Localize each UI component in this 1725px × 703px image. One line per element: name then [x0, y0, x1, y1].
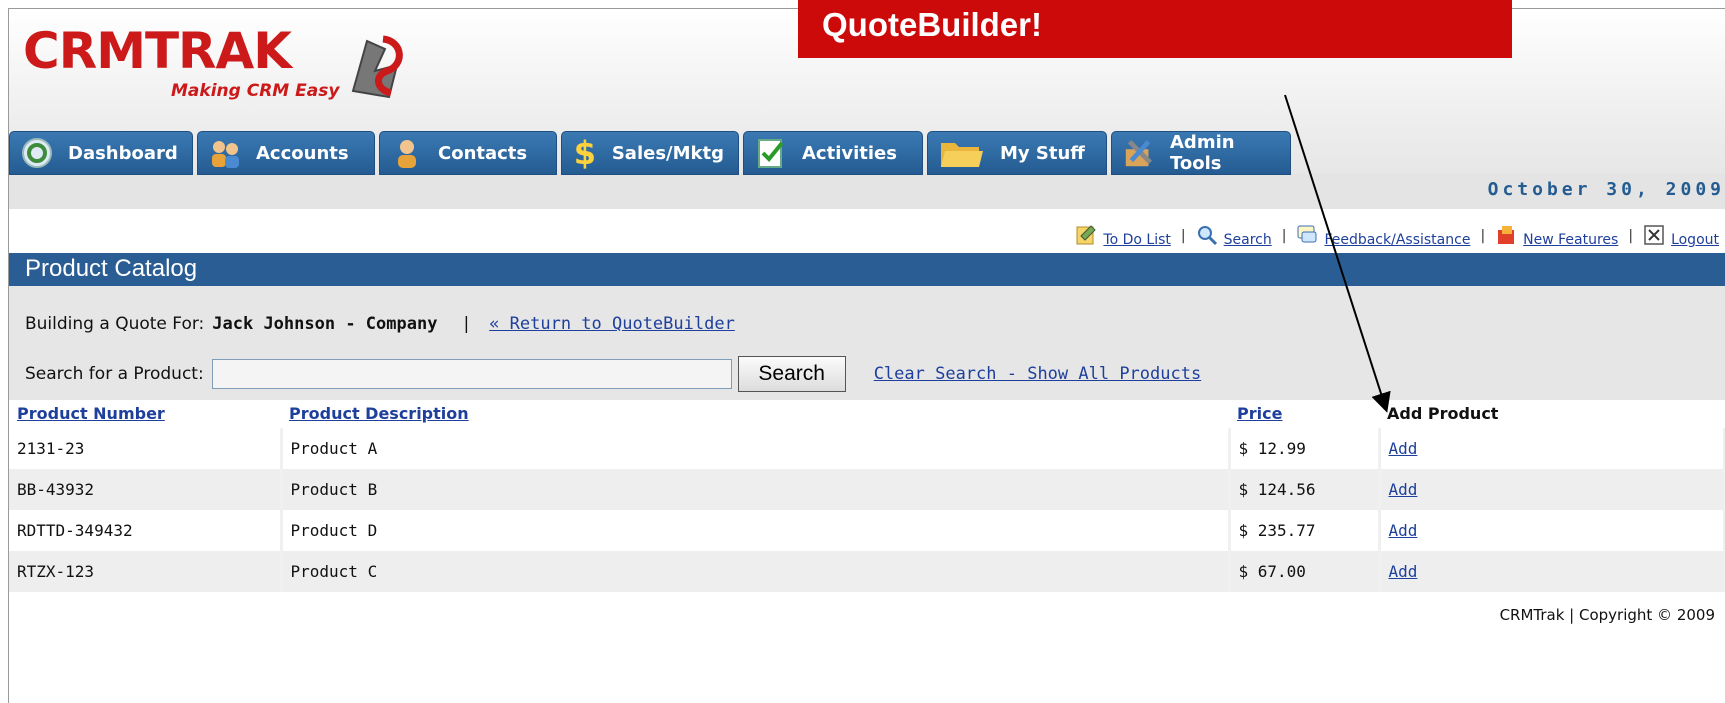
- logo-tagline: Making CRM Easy: [171, 81, 340, 101]
- footer-copyright: CRMTrak | Copyright © 2009: [1499, 606, 1715, 624]
- util-feedback[interactable]: Feedback/Assistance: [1296, 224, 1470, 248]
- tab-label: Admin Tools: [1170, 132, 1235, 174]
- new-features-link[interactable]: New Features: [1523, 232, 1618, 248]
- sort-product-description-link[interactable]: Product Description: [289, 404, 469, 423]
- feedback-link[interactable]: Feedback/Assistance: [1324, 232, 1470, 248]
- product-price: $ 67.00: [1229, 551, 1381, 592]
- product-description: Product D: [281, 510, 1231, 551]
- util-separator: |: [1480, 228, 1486, 244]
- folder-icon: [938, 136, 986, 170]
- feedback-icon: [1296, 224, 1320, 248]
- tab-label: Sales/Mktg: [611, 142, 724, 164]
- col-add-product: Add Product: [1387, 404, 1499, 423]
- product-number: RDTTD-349432: [9, 510, 283, 551]
- add-product-link[interactable]: Add: [1389, 480, 1418, 499]
- tab-label: Accounts: [256, 142, 349, 164]
- add-product-link[interactable]: Add: [1389, 521, 1418, 540]
- crmtrak-logo[interactable]: CRMTRAK Making CRM Easy: [23, 21, 423, 111]
- clear-search-link[interactable]: Clear Search - Show All Products: [874, 364, 1202, 384]
- util-search[interactable]: Search: [1196, 224, 1272, 248]
- quote-prefix: Building a Quote For:: [25, 314, 205, 334]
- contacts-icon: [390, 136, 424, 170]
- sort-price-link[interactable]: Price: [1237, 404, 1282, 423]
- add-product-link[interactable]: Add: [1389, 562, 1418, 581]
- tab-accounts[interactable]: Accounts: [197, 131, 375, 175]
- dollar-icon: $: [573, 134, 597, 172]
- todo-link[interactable]: To Do List: [1103, 232, 1170, 248]
- tab-dashboard[interactable]: Dashboard: [9, 131, 193, 175]
- return-to-quotebuilder-link[interactable]: « Return to QuoteBuilder: [489, 314, 735, 348]
- table-row: BB-43932 Product B $ 124.56 Add: [9, 469, 1725, 510]
- add-cell: Add: [1379, 469, 1725, 510]
- product-price: $ 124.56: [1229, 469, 1381, 510]
- util-todo[interactable]: To Do List: [1075, 224, 1171, 248]
- search-link[interactable]: Search: [1224, 232, 1272, 248]
- current-date: October 30, 2009: [1487, 179, 1725, 200]
- add-cell: Add: [1379, 551, 1725, 592]
- add-cell: Add: [1379, 428, 1725, 469]
- todo-icon: [1075, 224, 1099, 248]
- sort-product-number-link[interactable]: Product Number: [17, 404, 165, 423]
- util-logout[interactable]: Logout: [1643, 224, 1719, 248]
- col-product-number[interactable]: Product Number: [9, 400, 281, 428]
- table-row: RTZX-123 Product C $ 67.00 Add: [9, 551, 1725, 592]
- util-separator: |: [1180, 228, 1186, 244]
- search-icon: [1196, 224, 1220, 248]
- utility-links: To Do List | Search | Feedback/Assistanc…: [1075, 221, 1719, 251]
- util-separator: |: [1628, 228, 1634, 244]
- logo-mark-icon: [351, 35, 403, 99]
- product-number: RTZX-123: [9, 551, 283, 592]
- product-description: Product B: [281, 469, 1231, 510]
- quote-separator: |: [463, 314, 470, 334]
- accounts-icon: [208, 136, 242, 170]
- quote-context-row: Building a Quote For: Jack Johnson - Com…: [9, 286, 1725, 348]
- page-title: Product Catalog: [9, 253, 1725, 286]
- product-table: Product Number Product Description Price…: [9, 400, 1725, 592]
- dashboard-icon: [20, 136, 54, 170]
- logout-icon: [1643, 224, 1667, 248]
- product-number: 2131-23: [9, 428, 283, 469]
- tab-bar-background: [9, 174, 1725, 209]
- table-row: RDTTD-349432 Product D $ 235.77 Add: [9, 510, 1725, 551]
- quote-company: Jack Johnson - Company: [212, 314, 438, 334]
- tab-label: My Stuff: [1000, 142, 1085, 164]
- tab-sales-mktg[interactable]: $ Sales/Mktg: [561, 131, 739, 175]
- search-button[interactable]: Search: [737, 356, 846, 392]
- app-window: CRMTRAK Making CRM Easy Dashboard Accoun…: [8, 8, 1725, 703]
- table-row: 2131-23 Product A $ 12.99 Add: [9, 428, 1725, 469]
- product-number: BB-43932: [9, 469, 283, 510]
- activities-icon: [754, 136, 788, 170]
- product-search-row: Search for a Product: Search Clear Searc…: [9, 348, 1725, 400]
- util-separator: |: [1281, 228, 1287, 244]
- logo-name: CRMTRAK: [23, 22, 292, 80]
- tab-label: Dashboard: [68, 142, 178, 164]
- tab-my-stuff[interactable]: My Stuff: [927, 131, 1107, 175]
- new-features-icon: [1495, 224, 1519, 248]
- product-description: Product C: [281, 551, 1231, 592]
- tab-label: Contacts: [438, 142, 528, 164]
- util-new-features[interactable]: New Features: [1495, 224, 1618, 248]
- tab-contacts[interactable]: Contacts: [379, 131, 557, 175]
- quotebuilder-callout-banner: QuoteBuilder!: [798, 0, 1512, 58]
- tab-label: Activities: [802, 142, 897, 164]
- table-header-row: Product Number Product Description Price…: [9, 400, 1725, 428]
- search-label: Search for a Product:: [25, 364, 204, 384]
- main-nav-tabs: Dashboard Accounts Contacts $ Sales/Mktg: [9, 131, 1295, 175]
- tab-admin-tools[interactable]: Admin Tools: [1111, 131, 1291, 175]
- product-price: $ 235.77: [1229, 510, 1381, 551]
- product-search-input[interactable]: [211, 359, 732, 389]
- add-product-link[interactable]: Add: [1389, 439, 1418, 458]
- product-price: $ 12.99: [1229, 428, 1381, 469]
- tab-activities[interactable]: Activities: [743, 131, 923, 175]
- add-cell: Add: [1379, 510, 1725, 551]
- col-product-description[interactable]: Product Description: [281, 400, 1229, 428]
- product-description: Product A: [281, 428, 1231, 469]
- col-price[interactable]: Price: [1229, 400, 1379, 428]
- tools-icon: [1122, 136, 1156, 170]
- logout-link[interactable]: Logout: [1671, 232, 1719, 248]
